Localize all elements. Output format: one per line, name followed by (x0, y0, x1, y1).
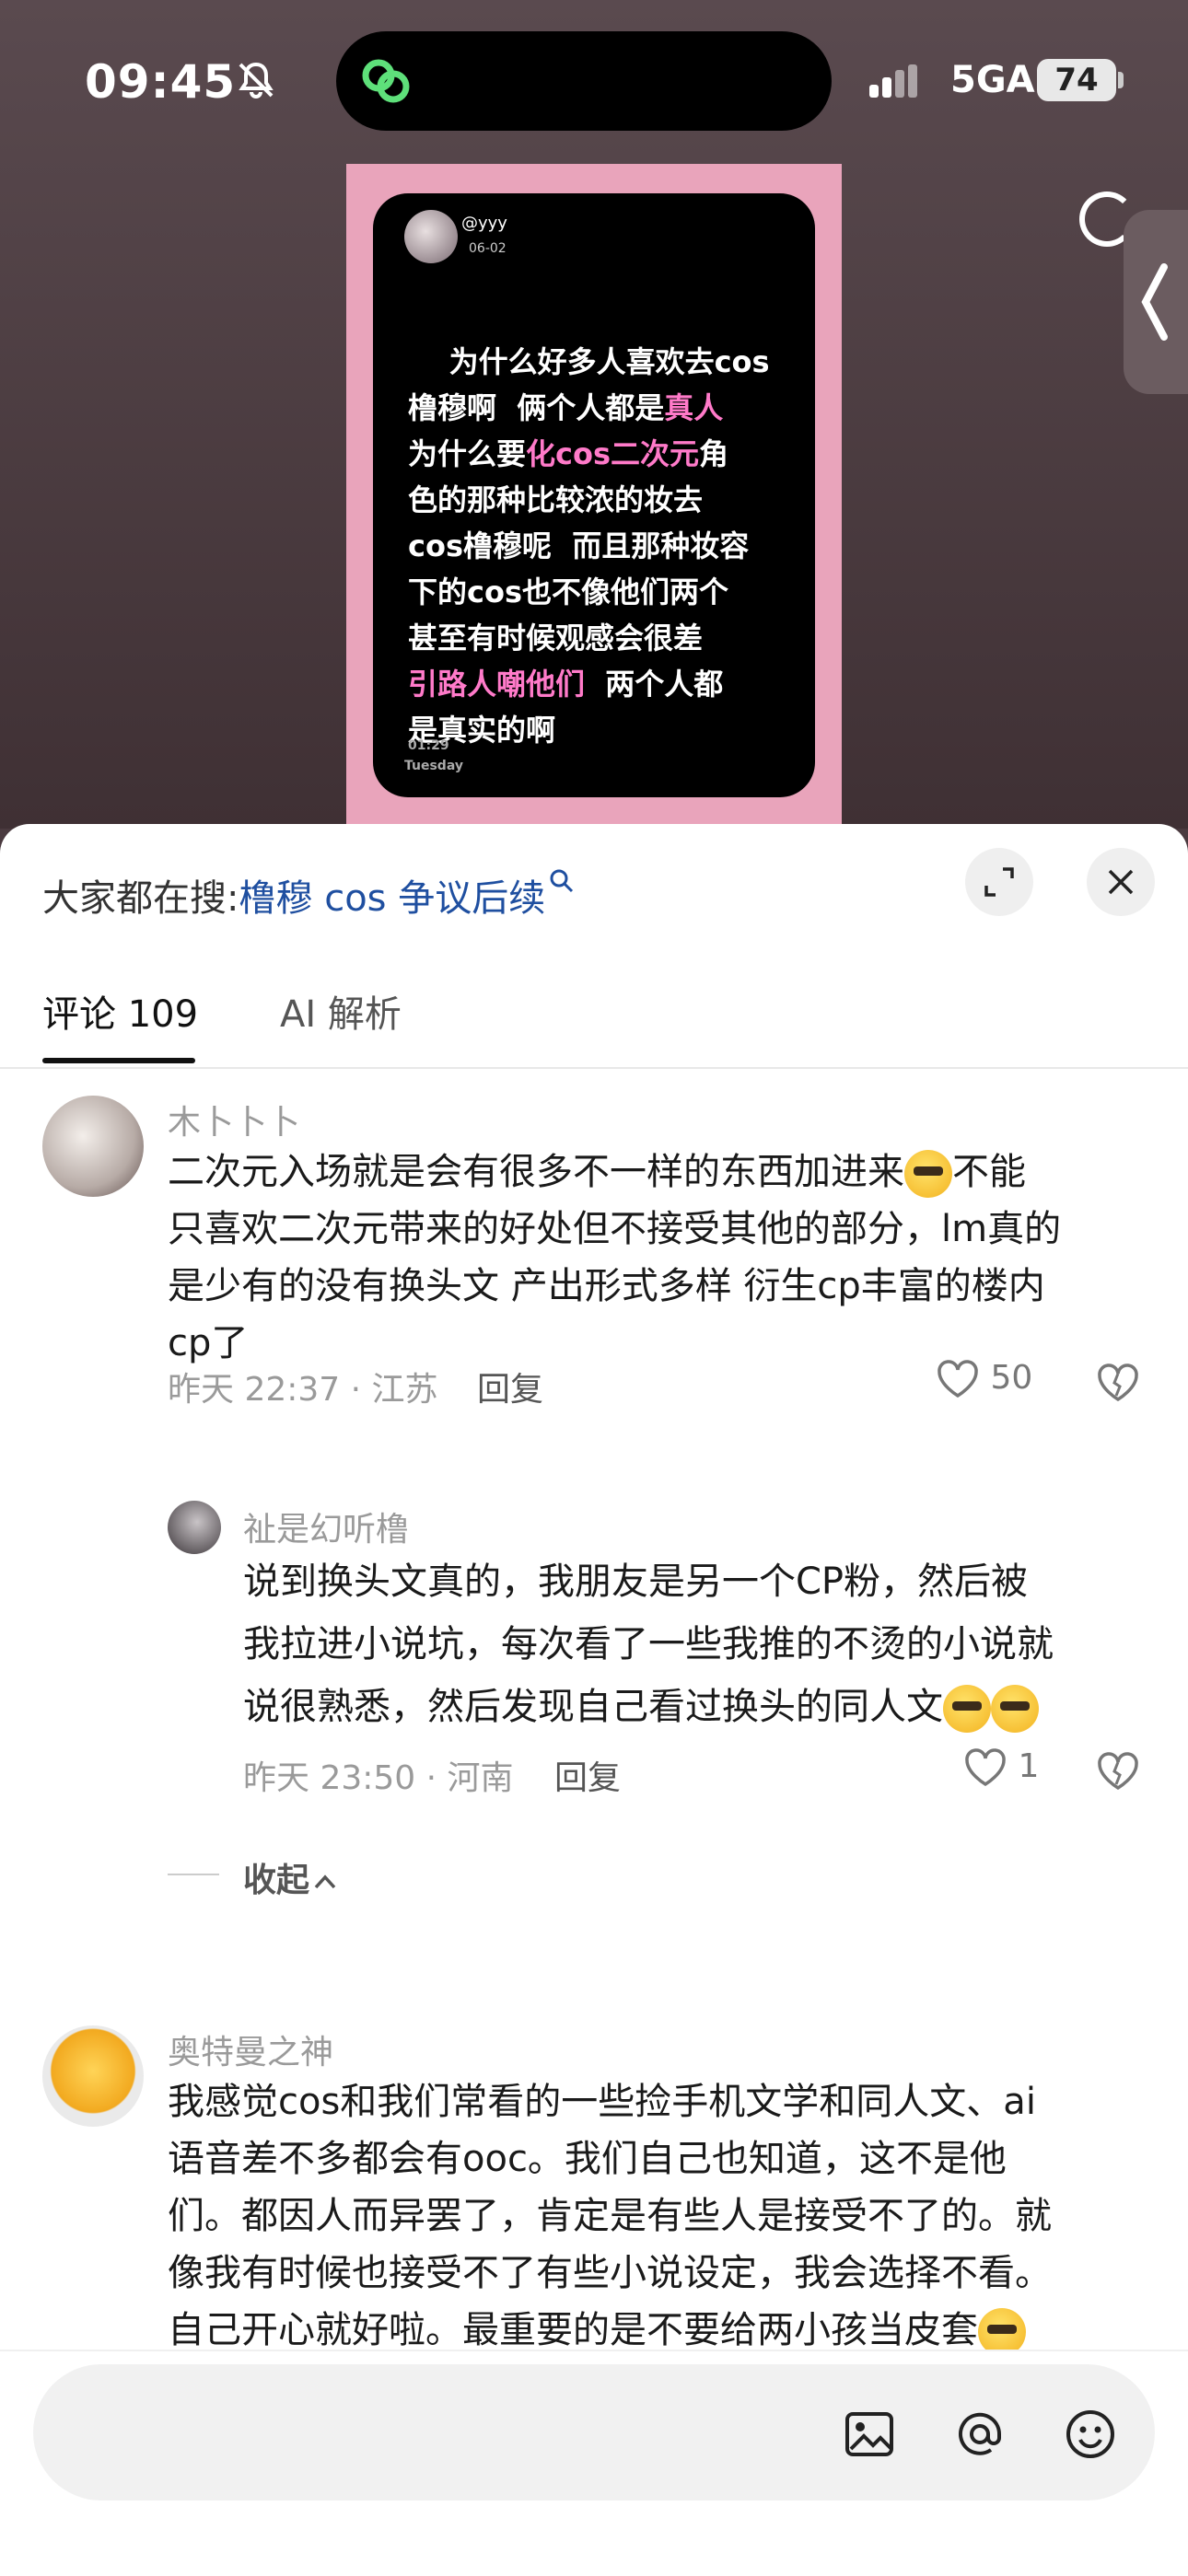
avatar[interactable] (168, 1501, 221, 1554)
emoji-icon[interactable] (1065, 2408, 1116, 2460)
broken-heart-icon (1098, 1752, 1138, 1791)
broken-heart-icon (1098, 1363, 1138, 1402)
like-button[interactable]: 1 (963, 1747, 1039, 1788)
comment-author[interactable]: 木卜卜卜 (168, 1096, 300, 1143)
chevron-left-icon (1141, 263, 1168, 341)
expand-icon (984, 867, 1014, 897)
battery-level: 74 (1037, 59, 1116, 101)
tab-comments[interactable]: 评论 109 (42, 984, 198, 1038)
muted-bell-icon (239, 62, 274, 99)
post-text-highlight: 化cos二次元 (526, 436, 700, 471)
comment-text-part: 二次元入场就是会有很多不一样的东西加进来 (168, 1151, 904, 1193)
post-time: 01:29 (408, 738, 449, 753)
comment-input-bar (0, 2350, 1188, 2576)
heart-icon (965, 1748, 1006, 1787)
tab-ai-analysis[interactable]: AI 解析 (280, 984, 402, 1038)
search-prefix: 大家都在搜: (42, 877, 239, 920)
collapse-divider (168, 1874, 219, 1875)
laugh-cry-emoji-icon (904, 1150, 952, 1198)
post-text-highlight: 真人 (664, 390, 724, 425)
active-tab-indicator (42, 1058, 195, 1063)
dislike-button[interactable] (1096, 1363, 1140, 1403)
reply-button[interactable]: 回复 (554, 1751, 621, 1799)
expand-button[interactable] (965, 848, 1033, 916)
search-query-link[interactable]: 橹穆 cos 争议后续 (239, 877, 545, 920)
post-handle: @yyy (461, 214, 507, 233)
cool-tears-emoji-icon (991, 1685, 1039, 1733)
comment-tabs: 评论 109 AI 解析 (0, 984, 1188, 1069)
reply-button[interactable]: 回复 (477, 1363, 543, 1410)
network-type: 5GA (950, 59, 1035, 101)
post-avatar (404, 210, 458, 263)
post-date: 06-02 (469, 241, 507, 256)
post-text-highlight: 引路人嘲他们 (408, 667, 586, 702)
comment-text[interactable]: 说到换头文真的，我朋友是另一个CP粉，然后被 我拉进小说坑，每次看了一些我推的不… (243, 1550, 1164, 1738)
post-card: @yyy 06-02 为什么好多人喜欢去cos 橹穆啊 俩个人都是真人 为什么要… (373, 193, 815, 797)
comment-text[interactable]: 二次元入场就是会有很多不一样的东西加进来 不能 只喜欢二次元带来的好处但不接受其他… (168, 1143, 1153, 1372)
comment-meta: 昨天 22:37 · 江苏 (168, 1371, 438, 1409)
side-panel-toggle[interactable] (1124, 210, 1188, 394)
comment-sheet: 大家都在搜:橹穆 cos 争议后续 评论 109 AI 解析 木卜卜卜 二次元入… (0, 824, 1188, 2574)
mention-icon[interactable] (954, 2408, 1006, 2460)
status-time: 09:45 (85, 55, 237, 109)
collapse-label: 收起 (243, 1862, 310, 1899)
heart-icon (938, 1360, 978, 1398)
comment-text-part: 说到换头文真的，我朋友是另一个CP粉，然后被 我拉进小说坑，每次看了一些我推的不… (243, 1561, 1054, 1728)
search-icon (550, 869, 574, 893)
trending-search: 大家都在搜:橹穆 cos 争议后续 (42, 868, 575, 922)
like-count: 50 (990, 1359, 1033, 1397)
battery-tip (1118, 72, 1124, 88)
comment-input[interactable] (33, 2364, 1155, 2501)
image-icon[interactable] (844, 2408, 895, 2460)
avatar[interactable] (42, 1096, 144, 1197)
post-text-part: 为什么要 (408, 436, 527, 471)
dislike-button[interactable] (1096, 1751, 1140, 1792)
dynamic-island (336, 31, 832, 131)
close-icon (1108, 869, 1134, 895)
comment-text-part: 我感觉cos和我们常看的一些捡手机文学和同人文、ai 语音差不多都会有ooc。我… (168, 2081, 1052, 2351)
comment-author[interactable]: 奥特曼之神 (168, 2025, 333, 2073)
comment-meta: 昨天 23:50 · 河南 (243, 1759, 514, 1797)
close-button[interactable] (1087, 848, 1155, 916)
comment-author[interactable]: 祉是幻听橹 (243, 1503, 409, 1550)
cool-tears-emoji-icon (943, 1685, 991, 1733)
like-button[interactable]: 50 (936, 1359, 1032, 1399)
collapse-replies-button[interactable]: 收起 (243, 1853, 337, 1901)
comment-text[interactable]: 我感觉cos和我们常看的一些捡手机文学和同人文、ai 语音差不多都会有ooc。我… (168, 2073, 1153, 2359)
link-app-icon (362, 59, 410, 103)
chevron-up-icon (314, 1874, 336, 1889)
post-day: Tuesday (404, 759, 463, 773)
post-text: 为什么好多人喜欢去cos 橹穆啊 俩个人都是真人 为什么要化cos二次元角 色的… (408, 293, 795, 797)
avatar[interactable] (42, 2025, 144, 2127)
status-bar: 09:45 5GA 74 (0, 0, 1188, 157)
signal-icon (869, 64, 917, 98)
like-count: 1 (1018, 1747, 1040, 1785)
